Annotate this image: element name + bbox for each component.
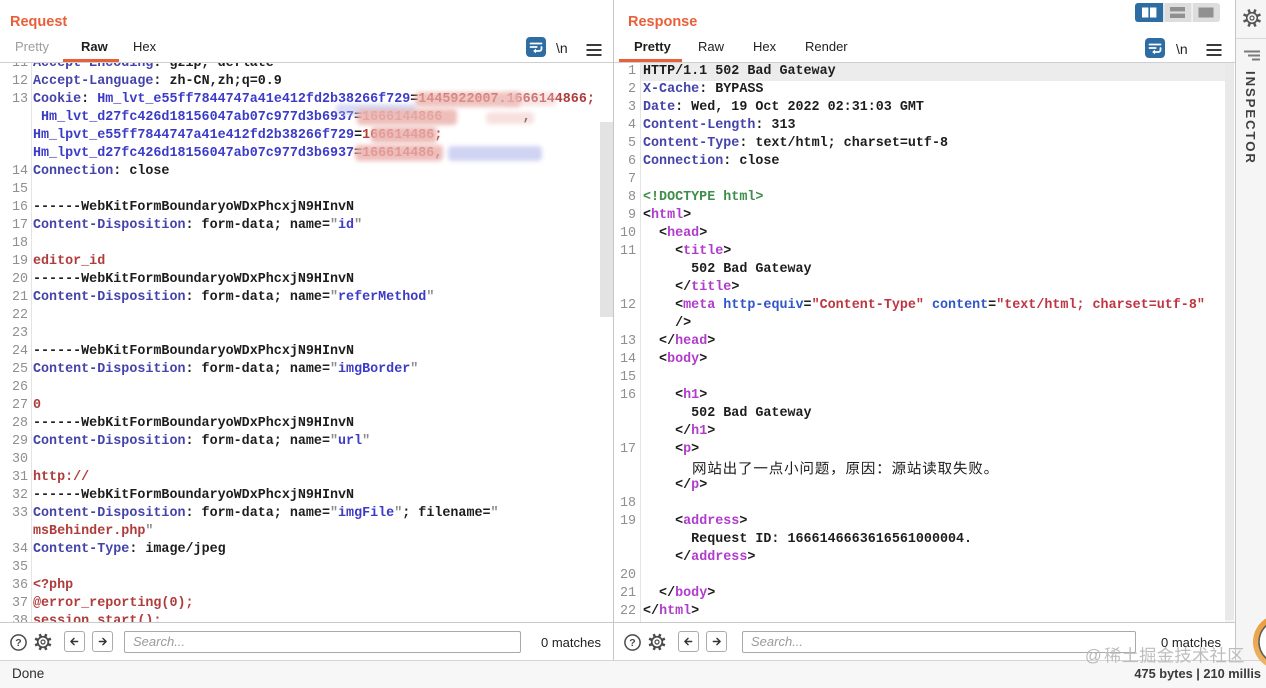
svg-text:?: ? bbox=[15, 637, 21, 649]
svg-text:?: ? bbox=[629, 637, 635, 649]
